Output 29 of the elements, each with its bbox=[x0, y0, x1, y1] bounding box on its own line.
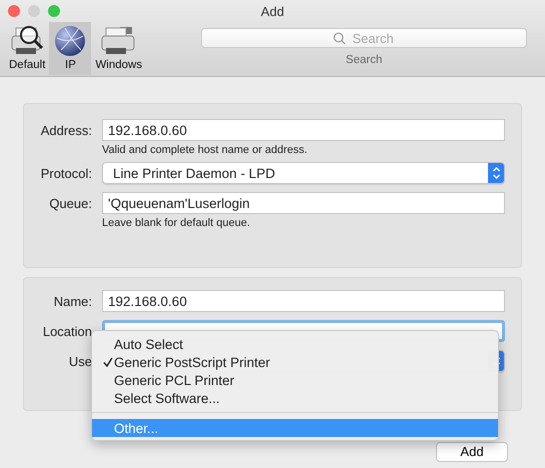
toolbar-tab[interactable]: IP bbox=[49, 22, 92, 75]
minimize-button[interactable] bbox=[28, 5, 40, 17]
menu-item[interactable]: Select Software... bbox=[92, 389, 498, 407]
search-field[interactable]: Search bbox=[201, 28, 527, 48]
globe-icon bbox=[53, 24, 88, 58]
stepper-arrows-icon bbox=[492, 166, 500, 180]
field-label: Name: bbox=[54, 294, 92, 308]
field-hint: Leave blank for default queue. bbox=[102, 216, 252, 231]
window-title: Add bbox=[260, 4, 284, 18]
toolbar-tab[interactable]: Windows bbox=[91, 22, 146, 75]
text-field[interactable]: 192.168.0.60 bbox=[102, 290, 505, 312]
popup-button[interactable]: Line Printer Daemon - LPD bbox=[102, 162, 505, 184]
menu-item[interactable]: Generic PostScript Printer bbox=[92, 353, 498, 371]
field-label: Protocol: bbox=[40, 166, 92, 180]
field-label: Address: bbox=[40, 122, 92, 138]
text-field[interactable]: 192.168.0.60 bbox=[102, 119, 505, 141]
menu-item[interactable]: Generic PCL Printer bbox=[92, 371, 498, 389]
search-icon bbox=[333, 32, 346, 45]
zoom-button[interactable] bbox=[48, 5, 60, 17]
toolbar-tab[interactable]: Default bbox=[5, 22, 50, 75]
field-label: Use bbox=[68, 354, 92, 368]
add-button[interactable]: Add bbox=[436, 442, 508, 462]
text-field[interactable]: 'Qqueuenam'Luserlogin bbox=[102, 192, 505, 214]
field-hint: Valid and complete host name or address. bbox=[102, 143, 308, 158]
close-button[interactable] bbox=[8, 5, 20, 17]
field-label: Location bbox=[42, 324, 92, 338]
search-label: Search bbox=[346, 54, 382, 66]
menu-item[interactable]: Auto Select bbox=[92, 335, 498, 353]
field-label: Queue: bbox=[49, 196, 92, 210]
